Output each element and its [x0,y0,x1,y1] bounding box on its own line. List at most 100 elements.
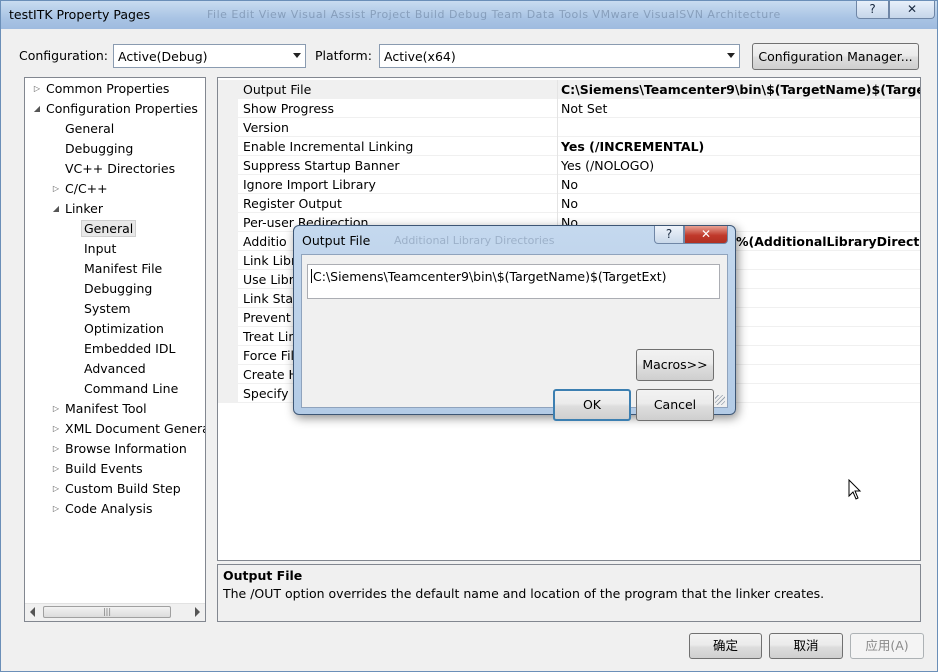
row-gutter [218,118,238,137]
close-button[interactable]: ✕ [889,1,935,19]
tree-item[interactable]: ▷ Build Events [53,459,143,479]
collapse-icon[interactable]: ◢ [51,199,61,219]
cancel-button[interactable]: 取消 [769,633,843,659]
dialog-client-area: C:\Siemens\Teamcenter9\bin\$(TargetName)… [301,254,728,421]
tree-item[interactable]: ▷ Manifest Tool [53,399,147,419]
tree-item[interactable]: VC++ Directories [65,159,175,179]
scroll-right-arrow-icon[interactable] [195,607,200,617]
dialog-close-button[interactable]: ✕ [684,226,728,244]
dialog-cancel-button[interactable]: Cancel [636,389,714,421]
configuration-combo[interactable]: Active(Debug) [113,44,306,68]
background-menu-ghost: File Edit View Visual Assist Project Bui… [207,8,781,21]
scroll-thumb[interactable]: ||| [43,606,171,618]
output-file-dialog: Output File Additional Library Directori… [293,225,736,421]
tree-item[interactable]: Optimization [84,319,164,339]
row-gutter [218,213,238,232]
tree-item-label: Input [84,241,117,256]
row-gutter [218,327,238,346]
text-caret [311,269,312,283]
tree-item[interactable]: ▷ Common Properties [34,79,170,99]
property-value[interactable]: Yes (/NOLOGO) [561,156,654,175]
resize-grip-icon[interactable] [715,395,725,405]
scroll-left-arrow-icon[interactable] [30,607,35,617]
expand-icon[interactable]: ▷ [51,179,61,199]
property-value[interactable]: No [561,175,578,194]
collapse-icon[interactable]: ◢ [32,99,42,119]
tree-item[interactable]: ▷ Custom Build Step [53,479,181,499]
property-name: Suppress Startup Banner [243,158,400,173]
property-row-output-file[interactable]: Output File C:\Siemens\Teamcenter9\bin\$(… [218,80,920,99]
tree-item[interactable]: Input [84,239,116,259]
chevron-down-icon [293,53,301,58]
expand-icon[interactable]: ▷ [51,439,61,459]
property-value[interactable]: Not Set [561,99,607,118]
expand-icon[interactable]: ▷ [51,419,61,439]
help-button[interactable]: ? [856,1,889,19]
tree-item[interactable]: ◢ Linker [53,199,103,219]
property-row[interactable]: Suppress Startup Banner Yes (/NOLOGO) [218,156,920,175]
window-title: testITK Property Pages [9,7,151,22]
platform-combo[interactable]: Active(x64) [379,44,740,68]
property-value[interactable]: No [561,194,578,213]
tree-item[interactable]: General [65,119,114,139]
property-row[interactable]: Show Progress Not Set [218,99,920,118]
tree-item[interactable]: Debugging [84,279,152,299]
column-divider [557,99,558,118]
tree-item-label: Code Analysis [65,501,153,516]
column-divider [557,175,558,194]
tree-item[interactable]: ▷ XML Document Generat [53,419,206,439]
property-row[interactable]: Register Output No [218,194,920,213]
tree-item[interactable]: ▷ C/C++ [53,179,108,199]
expand-icon[interactable]: ▷ [51,399,61,419]
expand-icon[interactable]: ▷ [51,479,61,499]
expand-icon[interactable]: ▷ [32,79,42,99]
tree-item[interactable]: Debugging [65,139,133,159]
tree-item[interactable]: Advanced [84,359,146,379]
tree-item-label: Command Line [84,381,179,396]
platform-label: Platform: [315,48,372,63]
property-name: Specify S [243,386,301,401]
row-gutter [218,308,238,327]
tree-item-label: C/C++ [65,181,108,196]
tree-item[interactable]: ▷ Browse Information [53,439,187,459]
property-value[interactable]: %(AdditionalLibraryDirectori [736,232,920,251]
property-name: Use Libr [243,272,294,287]
title-bar[interactable]: testITK Property Pages File Edit View Vi… [1,1,937,29]
tree-item-label: Optimization [84,321,164,336]
column-divider [557,194,558,213]
row-gutter [218,270,238,289]
column-divider [557,137,558,156]
tree-item[interactable]: ▷ Code Analysis [53,499,153,519]
property-value[interactable]: C:\Siemens\Teamcenter9\bin\$(TargetName)… [561,80,920,99]
ok-button[interactable]: 确定 [689,633,762,659]
tree-item[interactable]: Command Line [84,379,178,399]
tree-item-label: XML Document Generat [65,421,206,436]
description-panel: Output File The /OUT option overrides th… [217,564,921,622]
tree-item-selected[interactable]: General [81,219,137,239]
tree-item[interactable]: System [84,299,131,319]
property-value[interactable]: Yes (/INCREMENTAL) [561,137,704,156]
row-gutter [218,232,238,251]
dialog-title: Output File [302,233,371,248]
dialog-help-button[interactable]: ? [654,226,684,244]
tree-item-label: Configuration Properties [46,101,198,116]
tree-item[interactable]: ◢ Configuration Properties [34,99,198,119]
tree-item[interactable]: Manifest File [84,259,162,279]
tree-horizontal-scrollbar[interactable]: ||| [25,603,205,621]
property-tree[interactable]: ▷ Common Properties ◢ Configuration Proper… [24,77,206,622]
dialog-ok-button[interactable]: OK [553,389,631,421]
expand-icon[interactable]: ▷ [51,459,61,479]
apply-button[interactable]: 应用(A) [850,633,924,659]
property-row[interactable]: Enable Incremental Linking Yes (/INCREMEN… [218,137,920,156]
platform-value: Active(x64) [384,49,456,64]
expand-icon[interactable]: ▷ [51,499,61,519]
output-file-input[interactable]: C:\Siemens\Teamcenter9\bin\$(TargetName)… [307,264,720,299]
description-title: Output File [223,568,303,583]
tree-item[interactable]: Embedded IDL [84,339,175,359]
configuration-value: Active(Debug) [118,49,208,64]
property-row[interactable]: Ignore Import Library No [218,175,920,194]
property-row[interactable]: Version [218,118,920,137]
property-pages-window: testITK Property Pages File Edit View Vi… [0,0,938,672]
configuration-manager-button[interactable]: Configuration Manager... [752,43,919,70]
macros-button[interactable]: Macros>> [636,349,714,381]
